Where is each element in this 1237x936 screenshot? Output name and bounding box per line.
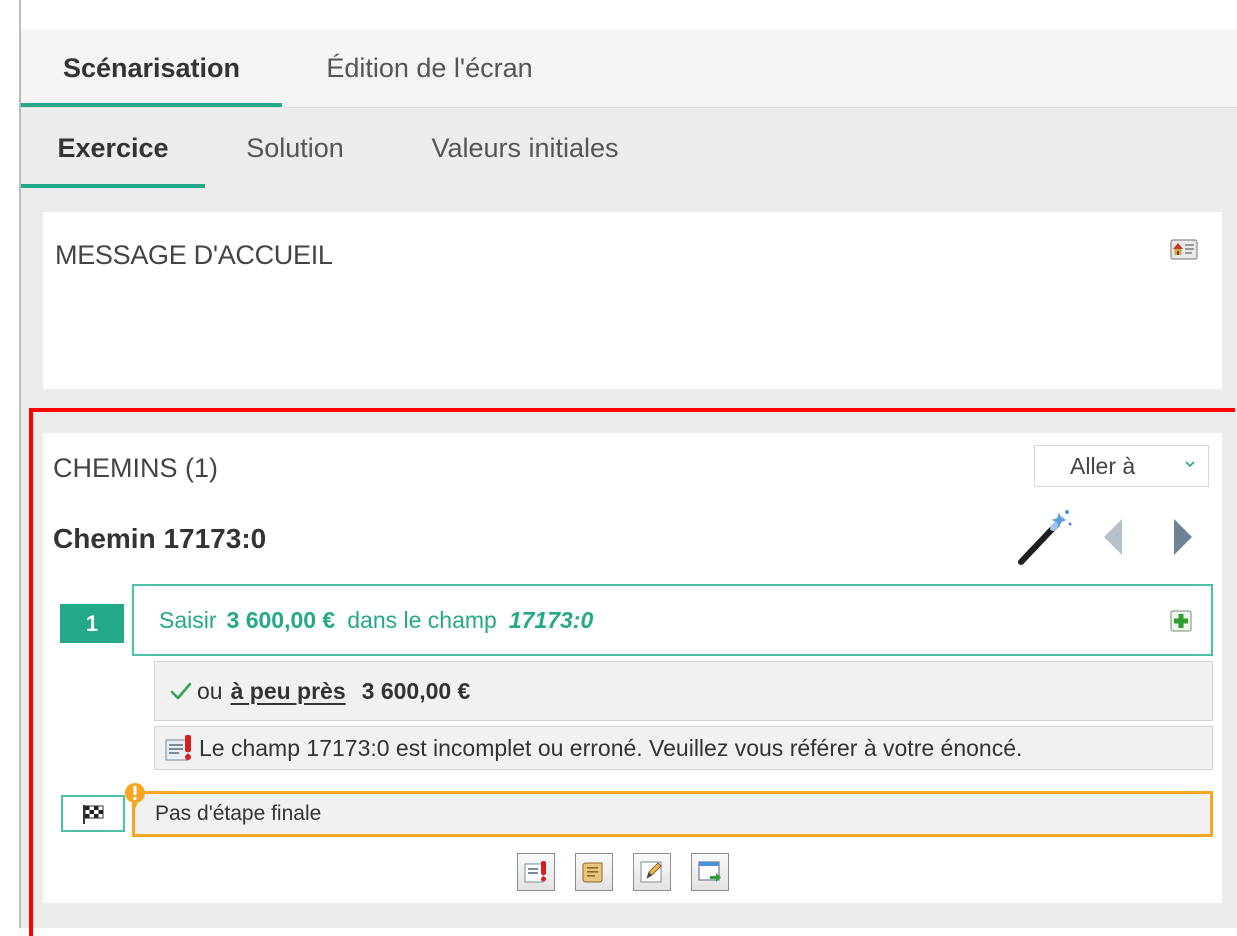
add-icon[interactable] bbox=[1170, 610, 1192, 632]
edit-note-icon bbox=[640, 861, 662, 883]
secondary-tab-bar: Exercice Solution Valeurs initiales bbox=[21, 108, 1237, 188]
paths-card: CHEMINS (1) Aller à Chemin 17173:0 1 Sai… bbox=[43, 433, 1222, 903]
check-icon bbox=[170, 682, 192, 700]
add-scroll-button[interactable] bbox=[575, 853, 613, 891]
welcome-message-title: MESSAGE D'ACCUEIL bbox=[55, 240, 333, 270]
goto-select-label: Aller à bbox=[1070, 452, 1136, 479]
window-export-button[interactable] bbox=[691, 853, 729, 891]
tolerance-mode-link[interactable]: à peu près bbox=[231, 678, 346, 705]
step-verb: Saisir bbox=[159, 606, 217, 633]
error-message-icon bbox=[165, 735, 191, 761]
tab-scenarisation[interactable]: Scénarisation bbox=[21, 30, 282, 107]
warning-icon bbox=[125, 783, 145, 809]
final-step-box[interactable]: Pas d'étape finale bbox=[132, 791, 1213, 837]
primary-tab-bar: Scénarisation Édition de l'écran bbox=[21, 30, 1237, 108]
add-error-message-button[interactable] bbox=[517, 853, 555, 891]
error-message-row[interactable]: Le champ 17173:0 est incomplet ou erroné… bbox=[154, 726, 1213, 770]
error-message-icon bbox=[524, 861, 546, 883]
welcome-message-card: MESSAGE D'ACCUEIL bbox=[43, 212, 1222, 389]
step-value: 3 600,00 € bbox=[226, 606, 336, 633]
magic-wand-icon[interactable] bbox=[1013, 508, 1073, 568]
path-toolbar bbox=[517, 853, 757, 893]
scroll-icon bbox=[582, 862, 603, 883]
tab-exercice-label: Exercice bbox=[57, 132, 169, 163]
tab-edition-ecran[interactable]: Édition de l'écran bbox=[282, 30, 577, 107]
previous-arrow-icon[interactable] bbox=[1098, 515, 1128, 559]
edit-note-button[interactable] bbox=[633, 853, 671, 891]
tab-solution-label: Solution bbox=[246, 132, 344, 163]
goto-select[interactable]: Aller à bbox=[1034, 445, 1209, 487]
tab-edition-ecran-label: Édition de l'écran bbox=[326, 53, 533, 83]
step-connector: dans le champ bbox=[347, 606, 497, 633]
chevron-down-icon bbox=[1185, 461, 1195, 468]
tab-scenarisation-label: Scénarisation bbox=[62, 53, 241, 83]
tolerance-prefix: ou bbox=[197, 677, 223, 704]
step-field: 17173:0 bbox=[508, 606, 594, 633]
step-action-box[interactable]: Saisir 3 600,00 € dans le champ 17173:0 bbox=[132, 584, 1213, 656]
final-step-flag[interactable] bbox=[61, 795, 125, 832]
home-card-icon[interactable] bbox=[1170, 237, 1198, 261]
path-name: Chemin 17173:0 bbox=[53, 523, 267, 554]
tab-exercice[interactable]: Exercice bbox=[21, 108, 205, 188]
app-frame: Scénarisation Édition de l'écran Exercic… bbox=[0, 0, 1237, 936]
tab-valeurs-initiales-label: Valeurs initiales bbox=[431, 132, 619, 163]
tolerance-amount: 3 600,00 € bbox=[361, 677, 471, 704]
window-export-icon bbox=[698, 861, 721, 882]
paths-title: CHEMINS (1) bbox=[53, 453, 219, 483]
next-arrow-icon[interactable] bbox=[1168, 515, 1198, 559]
tab-valeurs-initiales[interactable]: Valeurs initiales bbox=[385, 108, 665, 188]
tab-solution[interactable]: Solution bbox=[205, 108, 385, 188]
error-message-text: Le champ 17173:0 est incomplet ou erroné… bbox=[199, 734, 1023, 761]
final-step-text: Pas d'étape finale bbox=[155, 802, 322, 825]
step-number-badge: 1 bbox=[60, 604, 124, 643]
checkered-flag-icon bbox=[83, 804, 104, 824]
tolerance-row: ou à peu près 3 600,00 € bbox=[154, 661, 1213, 721]
